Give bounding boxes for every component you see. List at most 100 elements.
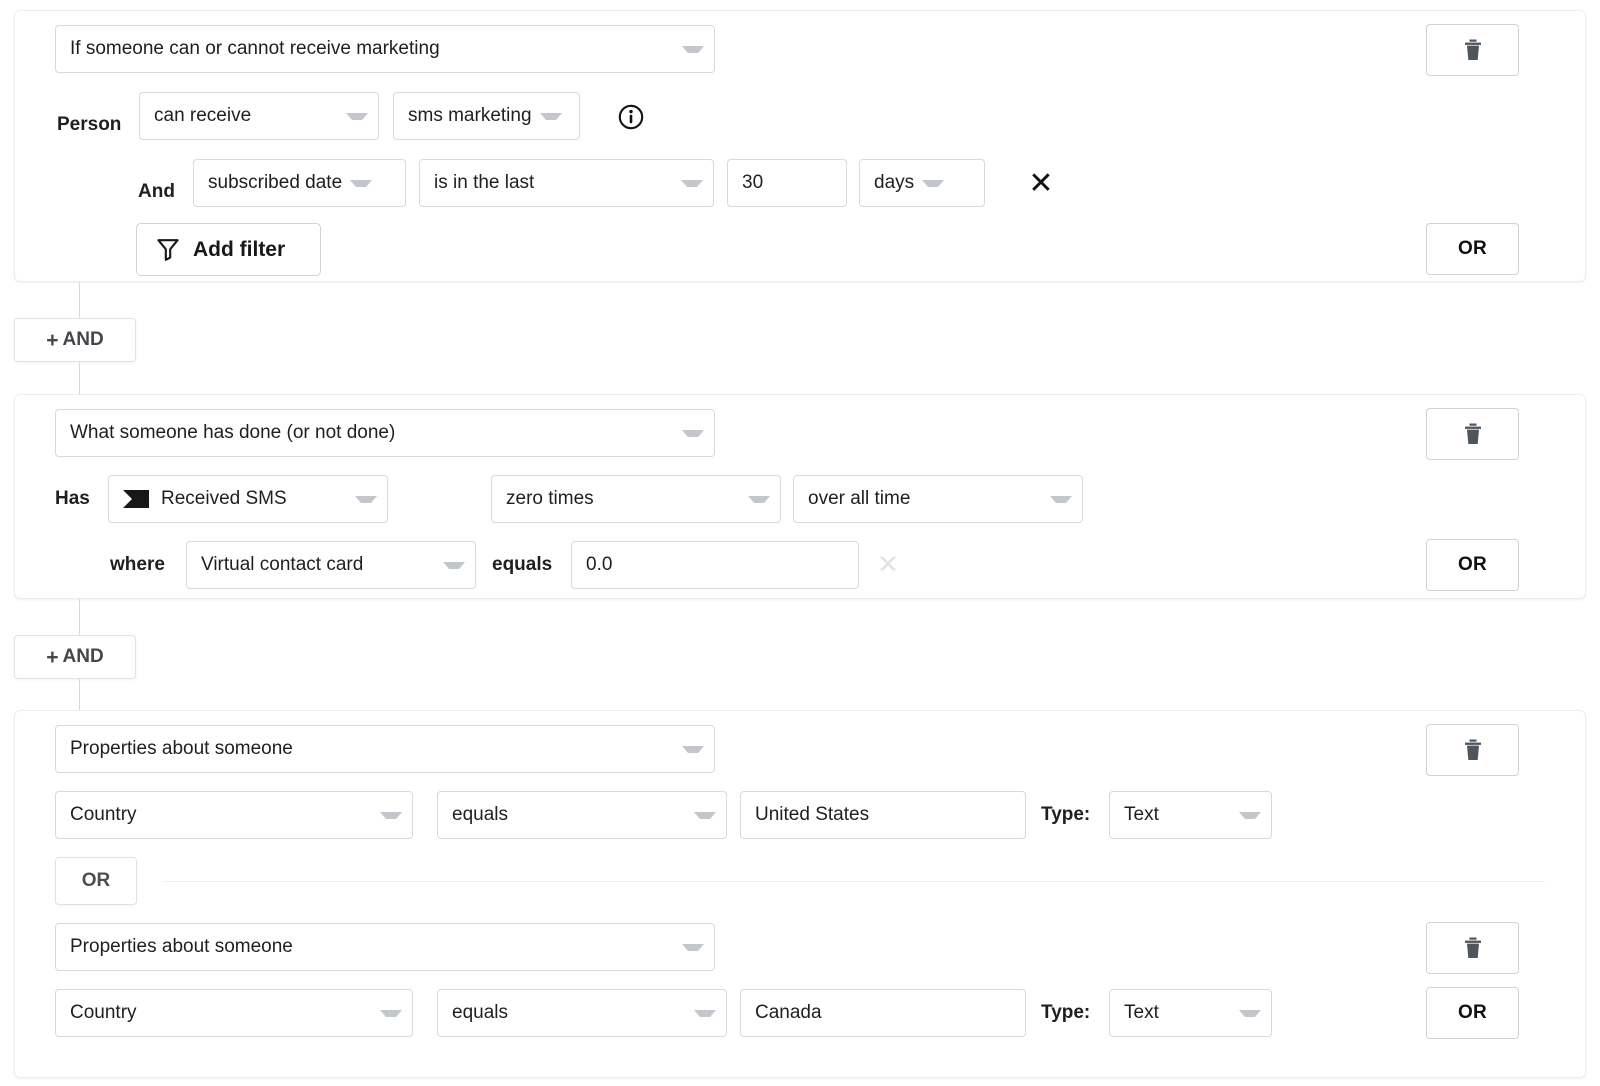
marketing-permission-select[interactable]: can receive — [139, 92, 379, 140]
property-field-select-2[interactable]: Country — [55, 989, 413, 1037]
sms-flag-icon — [123, 490, 149, 508]
chevron-down-icon — [540, 113, 562, 120]
condition-type-select-behavior[interactable]: What someone has done (or not done) — [55, 409, 715, 457]
filter-value-text: 30 — [742, 172, 763, 194]
or-button-label: OR — [1458, 1002, 1487, 1024]
chevron-down-icon — [1239, 1010, 1261, 1017]
filter-value-input[interactable]: 30 — [727, 159, 847, 207]
delete-condition-button-marketing[interactable] — [1426, 24, 1519, 76]
inner-or-label: OR — [82, 870, 111, 892]
property-operator-select-1[interactable]: equals — [437, 791, 727, 839]
info-icon[interactable] — [617, 103, 645, 131]
connector-line-2 — [79, 362, 80, 398]
or-divider-line — [163, 881, 1545, 882]
condition-type-value: If someone can or cannot receive marketi… — [70, 38, 440, 60]
chevron-down-icon — [1050, 496, 1072, 503]
chevron-down-icon — [682, 46, 704, 53]
trash-icon — [1464, 739, 1482, 761]
chevron-down-icon — [1239, 812, 1261, 819]
condition-card-marketing: If someone can or cannot receive marketi… — [14, 10, 1586, 282]
condition-card-behavior: What someone has done (or not done) Has … — [14, 394, 1586, 599]
chevron-down-icon — [443, 562, 465, 569]
and-pill-label: AND — [63, 646, 104, 668]
has-row-label: Has — [55, 475, 115, 523]
filter-operator-select[interactable]: is in the last — [419, 159, 714, 207]
behavior-metric-value: Received SMS — [161, 488, 287, 510]
property-value-input-1[interactable]: United States — [740, 791, 1026, 839]
property-operator-value: equals — [452, 804, 508, 826]
chevron-down-icon — [681, 180, 703, 187]
filter-unit-select[interactable]: days — [859, 159, 985, 207]
chevron-down-icon — [694, 812, 716, 819]
behavior-property-select[interactable]: Virtual contact card — [186, 541, 476, 589]
condition-type-value: Properties about someone — [70, 936, 293, 958]
condition-type-select-marketing[interactable]: If someone can or cannot receive marketi… — [55, 25, 715, 73]
behavior-timeframe-select[interactable]: over all time — [793, 475, 1083, 523]
add-and-group-button-2[interactable]: + AND — [14, 635, 136, 679]
behavior-timeframe-value: over all time — [808, 488, 910, 510]
condition-type-select-properties-2[interactable]: Properties about someone — [55, 923, 715, 971]
marketing-channel-select[interactable]: sms marketing — [393, 92, 580, 140]
add-filter-button[interactable]: Add filter — [136, 223, 321, 276]
chevron-down-icon — [922, 180, 944, 187]
plus-icon: + — [46, 647, 58, 668]
chevron-down-icon — [748, 496, 770, 503]
behavior-property-value-input[interactable]: 0.0 — [571, 541, 859, 589]
delete-condition-button-properties-2[interactable] — [1426, 922, 1519, 974]
property-value-text: United States — [755, 804, 869, 826]
filter-unit-value: days — [874, 172, 914, 194]
trash-icon — [1464, 423, 1482, 445]
delete-condition-button-behavior[interactable] — [1426, 408, 1519, 460]
where-row-label: where — [110, 541, 195, 589]
property-operator-value: equals — [452, 1002, 508, 1024]
trash-icon — [1464, 937, 1482, 959]
condition-type-value: Properties about someone — [70, 738, 293, 760]
equals-label: equals — [492, 541, 572, 589]
property-type-select-2[interactable]: Text — [1109, 989, 1272, 1037]
property-field-value: Country — [70, 804, 137, 826]
or-button-behavior[interactable]: OR — [1426, 539, 1519, 591]
behavior-property-value: Virtual contact card — [201, 554, 363, 576]
property-field-select-1[interactable]: Country — [55, 791, 413, 839]
property-operator-select-2[interactable]: equals — [437, 989, 727, 1037]
condition-card-properties: Properties about someone Country equals … — [14, 710, 1586, 1078]
connector-line-3 — [79, 599, 80, 635]
marketing-permission-value: can receive — [154, 105, 251, 127]
remove-filter-button-marketing[interactable]: ✕ — [1022, 168, 1060, 200]
marketing-channel-value: sms marketing — [408, 105, 532, 127]
funnel-icon — [157, 238, 179, 261]
connector-line-1 — [79, 282, 80, 318]
filter-operator-value: is in the last — [434, 172, 534, 194]
or-button-properties[interactable]: OR — [1426, 987, 1519, 1039]
behavior-property-value-text: 0.0 — [586, 554, 612, 576]
property-field-value: Country — [70, 1002, 137, 1024]
segment-builder-canvas: If someone can or cannot receive marketi… — [0, 0, 1600, 1086]
connector-line-4 — [79, 679, 80, 712]
property-value-input-2[interactable]: Canada — [740, 989, 1026, 1037]
chevron-down-icon — [682, 944, 704, 951]
behavior-metric-select[interactable]: Received SMS — [108, 475, 388, 523]
delete-condition-button-properties-1[interactable] — [1426, 724, 1519, 776]
behavior-frequency-select[interactable]: zero times — [491, 475, 781, 523]
property-value-text: Canada — [755, 1002, 822, 1024]
filter-field-value: subscribed date — [208, 172, 342, 194]
behavior-frequency-value: zero times — [506, 488, 594, 510]
chevron-down-icon — [380, 1010, 402, 1017]
and-pill-label: AND — [63, 329, 104, 351]
condition-type-select-properties-1[interactable]: Properties about someone — [55, 725, 715, 773]
inner-or-button[interactable]: OR — [55, 857, 137, 905]
add-filter-label: Add filter — [193, 238, 285, 262]
property-type-value: Text — [1124, 804, 1159, 826]
chevron-down-icon — [346, 113, 368, 120]
or-button-label: OR — [1458, 554, 1487, 576]
chevron-down-icon — [682, 430, 704, 437]
add-and-group-button-1[interactable]: + AND — [14, 318, 136, 362]
or-button-marketing[interactable]: OR — [1426, 223, 1519, 275]
filter-field-select[interactable]: subscribed date — [193, 159, 406, 207]
chevron-down-icon — [350, 180, 372, 187]
chevron-down-icon — [355, 496, 377, 503]
property-type-select-1[interactable]: Text — [1109, 791, 1272, 839]
condition-type-value: What someone has done (or not done) — [70, 422, 395, 444]
remove-property-filter-button[interactable]: ✕ — [870, 547, 906, 581]
or-button-label: OR — [1458, 238, 1487, 260]
